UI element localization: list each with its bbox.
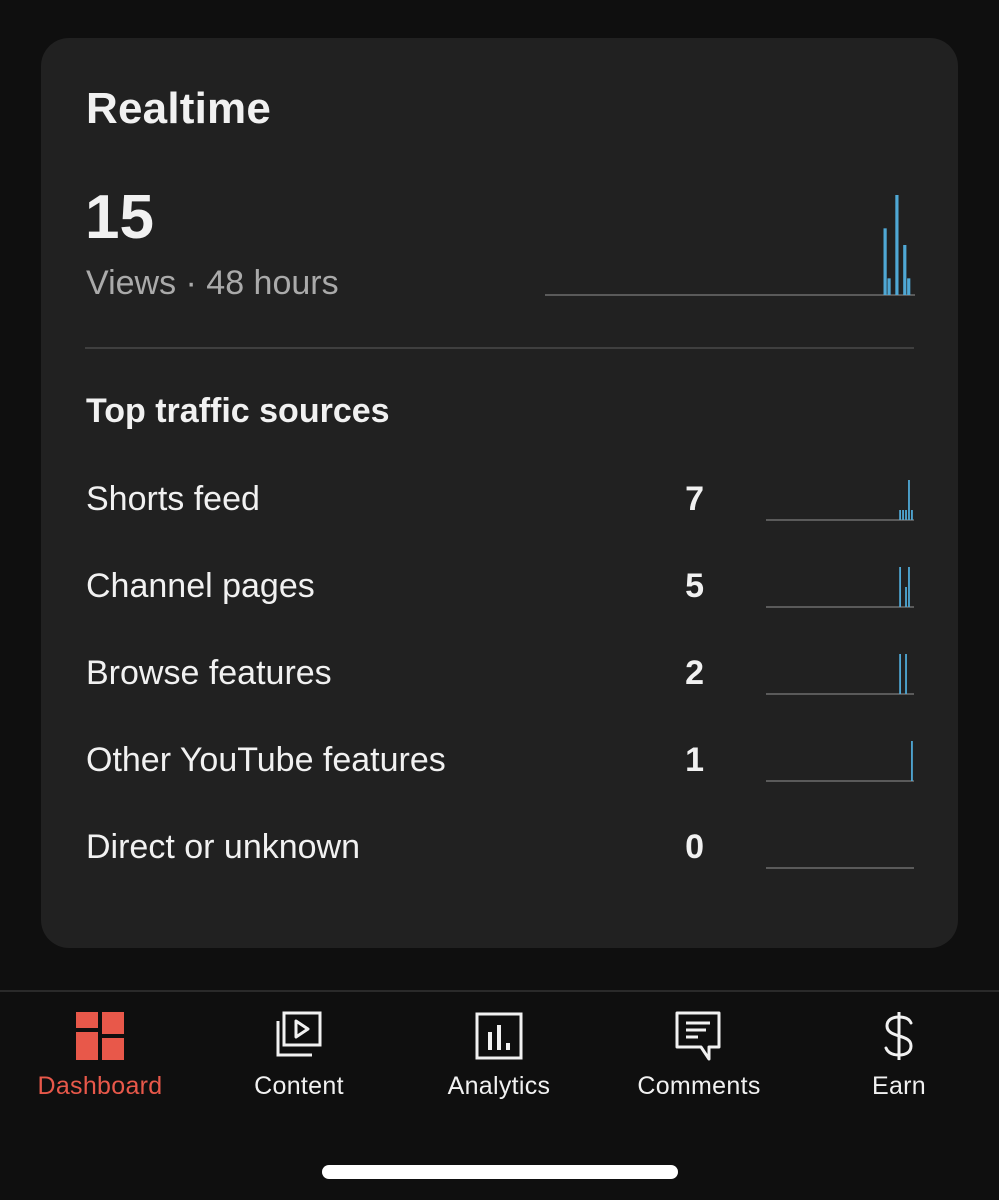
sparkline-bar (911, 741, 913, 781)
nav-item-analytics[interactable]: Analytics (399, 1010, 599, 1110)
sparkline-bar (908, 567, 910, 607)
nav-item-earn[interactable]: Earn (799, 1010, 999, 1110)
realtime-card[interactable]: Realtime 15 Views · 48 hours Top traffic… (41, 38, 958, 948)
source-count: 2 (685, 654, 704, 692)
source-label: Browse features (86, 654, 332, 692)
source-label: Direct or unknown (86, 828, 361, 866)
sparkline-bar (908, 480, 910, 520)
traffic-source-row[interactable]: Browse features 2 (41, 646, 958, 706)
sparkline-bar (905, 587, 907, 607)
nav-label: Dashboard (37, 1072, 163, 1100)
views-count: 15 (85, 183, 154, 252)
source-label: Channel pages (86, 567, 315, 605)
source-count: 0 (685, 828, 704, 866)
traffic-source-row[interactable]: Other YouTube features 1 (41, 733, 958, 793)
comments-icon (675, 1011, 721, 1061)
earn-icon (884, 1012, 913, 1060)
sparkline-bar (899, 567, 901, 607)
source-count: 1 (685, 741, 704, 779)
sparkline-bar (903, 245, 907, 295)
source-label: Shorts feed (86, 480, 260, 518)
content-icon (276, 1011, 322, 1057)
nav-item-content[interactable]: Content (199, 1010, 399, 1110)
sparkline-bar (905, 654, 907, 694)
sparkline-bar (899, 510, 901, 520)
analytics-icon (475, 1012, 523, 1060)
nav-label: Earn (871, 1072, 926, 1100)
source-sparkline (766, 567, 914, 608)
sparkline-bar (887, 278, 891, 295)
home-indicator[interactable] (322, 1165, 678, 1179)
source-sparkline (766, 654, 914, 695)
nav-item-dashboard[interactable]: Dashboard (0, 1010, 200, 1110)
nav-label: Content (254, 1072, 344, 1100)
source-label: Other YouTube features (86, 741, 446, 779)
screen: Realtime 15 Views · 48 hours Top traffic… (0, 0, 999, 1200)
traffic-sources-title: Top traffic sources (86, 392, 390, 430)
nav-label: Comments (637, 1072, 761, 1100)
divider (85, 347, 914, 349)
sparkline-bar (911, 510, 913, 520)
card-title: Realtime (86, 84, 272, 133)
nav-label: Analytics (447, 1072, 551, 1100)
source-sparkline (766, 867, 914, 869)
traffic-source-row[interactable]: Channel pages 5 (41, 559, 958, 619)
sparkline-bar (895, 195, 899, 295)
traffic-source-row[interactable]: Shorts feed 7 (41, 472, 958, 532)
sparkline-bar (907, 278, 911, 295)
sparkline-bar (905, 510, 907, 520)
source-count: 5 (685, 567, 704, 605)
sparkline-bar (899, 654, 901, 694)
sparkline-bar (883, 228, 887, 295)
nav-item-comments[interactable]: Comments (599, 1010, 799, 1110)
source-count: 7 (685, 480, 704, 518)
source-sparkline (766, 741, 914, 782)
sparkline-bar (902, 510, 904, 520)
views-label: Views · 48 hours (86, 264, 339, 302)
dashboard-icon (76, 1012, 124, 1060)
source-sparkline (766, 480, 914, 521)
realtime-sparkline (545, 195, 915, 296)
traffic-source-row[interactable]: Direct or unknown 0 (41, 820, 958, 880)
